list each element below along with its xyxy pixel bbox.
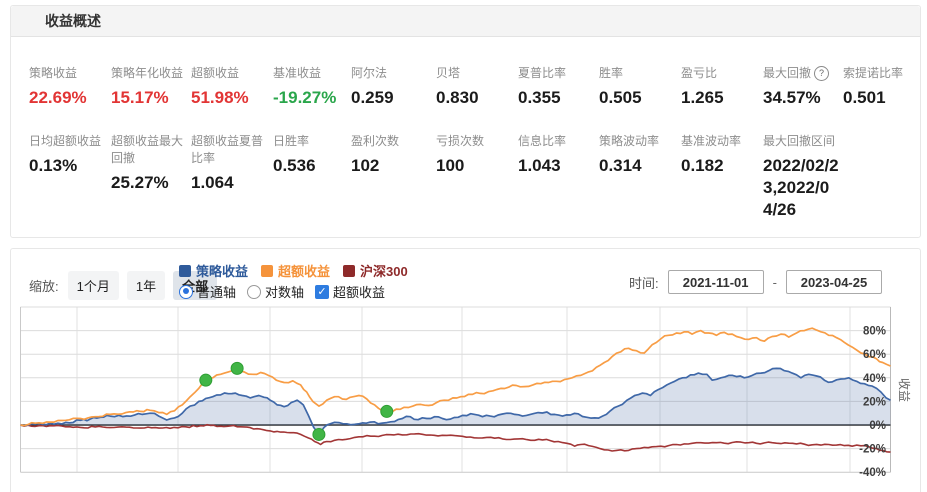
- stat-cell: 夏普比率 0.355: [518, 65, 598, 109]
- help-icon[interactable]: ?: [814, 66, 830, 81]
- stats-grid: 策略收益 22.69% 策略年化收益 15.17% 超额收益 51.98% 基准收益 -19.…: [11, 37, 920, 237]
- axis-option-label: 普通轴: [197, 285, 237, 300]
- stat-value: 15.17%: [111, 88, 169, 107]
- stat-value: 51.98%: [191, 88, 249, 107]
- stat-value: 22.69%: [29, 88, 87, 107]
- stat-cell: 日均超额收益 0.13%: [29, 133, 109, 177]
- stat-label: 贝塔: [436, 66, 461, 80]
- stat-cell: 超额收益 51.98%: [191, 65, 271, 109]
- legend-item-strategy[interactable]: 策略收益: [179, 261, 248, 280]
- stat-value: 34.57%: [763, 88, 821, 107]
- chart-legend: 策略收益 超额收益 沪深300: [179, 261, 408, 280]
- legend-item-excess[interactable]: 超额收益: [261, 261, 330, 280]
- checkbox-check-icon[interactable]: ✓: [315, 284, 330, 299]
- stat-value: 0.830: [436, 88, 479, 107]
- excess-return-toggle[interactable]: ✓ 超额收益: [315, 282, 385, 301]
- zoom-button-1y[interactable]: 1年: [126, 271, 166, 300]
- legend-swatch-icon: [179, 264, 191, 277]
- legend-item-benchmark[interactable]: 沪深300: [343, 261, 408, 280]
- stat-label: 超额收益夏普比率: [191, 134, 264, 165]
- axis-option-log[interactable]: 对数轴: [247, 282, 304, 301]
- legend-swatch-icon: [343, 264, 356, 277]
- stat-value: 1.043: [518, 156, 561, 175]
- radio-icon[interactable]: [179, 284, 193, 299]
- date-from-input[interactable]: [667, 270, 764, 294]
- stat-label: 盈利次数: [351, 134, 400, 148]
- stat-value: 2022/02/23,2022/04/26: [763, 156, 839, 219]
- page: 收益概述 策略收益 22.69% 策略年化收益 15.17% 超额收益 51.98% 基准收…: [0, 0, 927, 492]
- card-header: 收益概述: [11, 6, 920, 37]
- stat-cell: 阿尔法 0.259: [351, 65, 431, 109]
- stat-cell: 索提诺比率 0.501: [843, 65, 923, 109]
- radio-icon[interactable]: [247, 284, 262, 299]
- stat-label: 索提诺比率: [843, 66, 904, 80]
- stat-cell: 盈亏比 1.265: [681, 65, 761, 109]
- stat-value: 0.314: [599, 156, 642, 175]
- stat-value: 0.501: [843, 88, 886, 107]
- legend-label: 沪深300: [360, 264, 408, 279]
- legend-label: 超额收益: [278, 264, 331, 279]
- stat-label: 策略年化收益: [111, 66, 184, 80]
- stat-cell: 最大回撤区间 2022/02/23,2022/04/26: [763, 133, 843, 221]
- stat-cell: 盈利次数 102: [351, 133, 431, 177]
- stat-label: 最大回撤?: [763, 65, 843, 82]
- stat-cell: 超额收益最大回撤 25.27%: [111, 133, 191, 194]
- stat-value: 102: [351, 156, 380, 175]
- legend-label: 策略收益: [196, 264, 249, 279]
- stat-label: 最大回撤区间: [763, 134, 836, 148]
- stat-cell: 胜率 0.505: [599, 65, 679, 109]
- stat-cell: 日胜率 0.536: [273, 133, 353, 177]
- stat-label: 基准收益: [273, 66, 322, 80]
- stat-label: 基准波动率: [681, 134, 742, 148]
- stat-cell: 亏损次数 100: [436, 133, 516, 177]
- zoom-label: 缩放:: [29, 279, 59, 294]
- stat-label: 超额收益最大回撤: [111, 134, 184, 165]
- zoom-button-1m[interactable]: 1个月: [67, 271, 119, 300]
- stat-label: 策略收益: [29, 66, 78, 80]
- stat-cell: 最大回撤? 34.57%: [763, 65, 843, 109]
- excess-checkbox-label: 超额收益: [333, 285, 386, 300]
- stat-label: 超额收益: [191, 66, 240, 80]
- stat-label: 胜率: [599, 66, 624, 80]
- chart-controls: 缩放: 1个月 1年 全部 策略收益 超额收益 沪深300 普通轴 对数轴 ✓ 超额收益 时间…: [11, 249, 920, 309]
- stat-cell: 超额收益夏普比率 1.064: [191, 133, 271, 194]
- stat-cell: 策略收益 22.69%: [29, 65, 109, 109]
- stat-label: 信息比率: [518, 134, 567, 148]
- returns-overview-card: 收益概述 策略收益 22.69% 策略年化收益 15.17% 超额收益 51.98% 基准收…: [10, 5, 921, 238]
- stat-value: 0.355: [518, 88, 561, 107]
- stat-cell: 贝塔 0.830: [436, 65, 516, 109]
- time-range-group: 时间: -: [629, 270, 882, 294]
- axis-options-row: 普通轴 对数轴 ✓ 超额收益: [179, 282, 385, 301]
- legend-swatch-icon: [261, 264, 274, 277]
- stat-label: 盈亏比: [681, 66, 718, 80]
- stat-value: 1.064: [191, 173, 234, 192]
- stat-value: -19.27%: [273, 88, 337, 107]
- stat-cell: 策略波动率 0.314: [599, 133, 679, 177]
- chart-card: 缩放: 1个月 1年 全部 策略收益 超额收益 沪深300 普通轴 对数轴 ✓ 超额收益 时间…: [10, 248, 921, 492]
- stat-value: 1.265: [681, 88, 724, 107]
- date-range-separator: -: [772, 274, 777, 290]
- stat-cell: 策略年化收益 15.17%: [111, 65, 191, 109]
- stat-value: 0.505: [599, 88, 642, 107]
- axis-option-label: 对数轴: [265, 285, 305, 300]
- axis-option-linear[interactable]: 普通轴: [179, 282, 236, 301]
- stat-label: 日胜率: [273, 134, 310, 148]
- stat-cell: 基准波动率 0.182: [681, 133, 761, 177]
- stat-cell: 信息比率 1.043: [518, 133, 598, 177]
- stat-label: 亏损次数: [436, 134, 485, 148]
- stat-value: 25.27%: [111, 173, 169, 192]
- stat-label: 夏普比率: [518, 66, 567, 80]
- stat-value: 100: [436, 156, 465, 175]
- stat-label: 策略波动率: [599, 134, 660, 148]
- stat-cell: 基准收益 -19.27%: [273, 65, 353, 109]
- stat-value: 0.536: [273, 156, 316, 175]
- stat-value: 0.259: [351, 88, 394, 107]
- stat-value: 0.182: [681, 156, 724, 175]
- stat-value: 0.13%: [29, 156, 78, 175]
- stat-label: 日均超额收益: [29, 134, 102, 148]
- stat-label: 阿尔法: [351, 66, 388, 80]
- time-label: 时间:: [629, 275, 659, 291]
- date-to-input[interactable]: [785, 270, 882, 294]
- page-title: 收益概述: [45, 13, 101, 29]
